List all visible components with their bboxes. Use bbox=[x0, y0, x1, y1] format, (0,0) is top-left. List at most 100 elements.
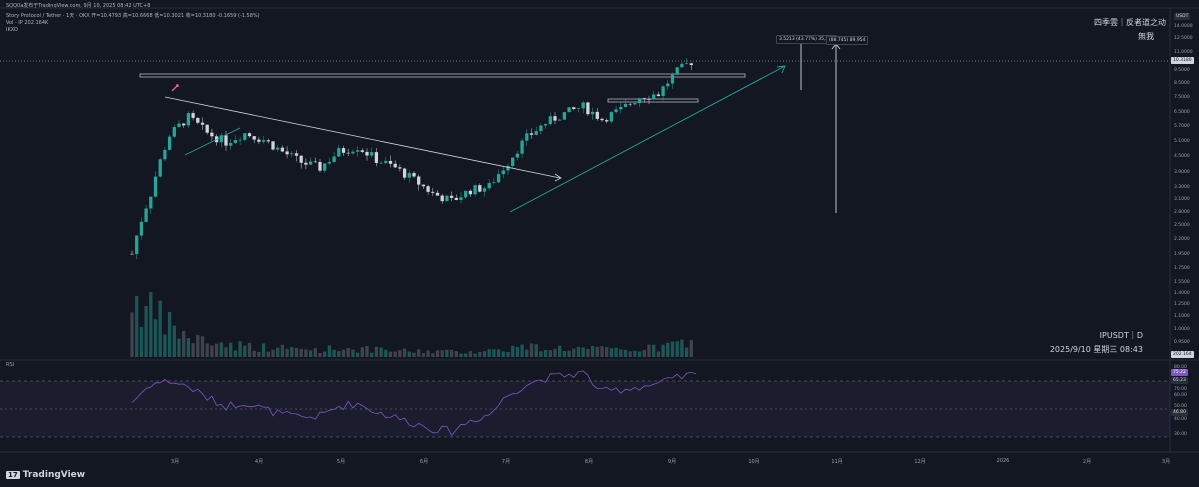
volume-bar bbox=[590, 345, 595, 357]
candle-body bbox=[412, 172, 416, 177]
candle-body bbox=[370, 152, 374, 156]
volume-bar bbox=[243, 345, 247, 357]
price-tick: 3.1000 bbox=[1174, 197, 1190, 202]
rsi-tick: 30.00 bbox=[1174, 432, 1187, 437]
time-tick: 4月 bbox=[254, 459, 264, 465]
tradingview-logo-icon: 17 bbox=[6, 471, 20, 479]
volume-bar bbox=[675, 341, 679, 357]
time-tick: 5月 bbox=[336, 459, 346, 465]
candle-body bbox=[398, 167, 402, 169]
candle-body bbox=[172, 127, 176, 137]
price-tick: 14.0000 bbox=[1174, 24, 1193, 29]
volume-bar bbox=[346, 348, 350, 357]
candle-body bbox=[426, 186, 430, 192]
candle-body bbox=[182, 123, 186, 126]
volume-bar bbox=[492, 349, 496, 357]
volume-bar bbox=[139, 326, 144, 357]
price-chart[interactable] bbox=[0, 0, 1199, 487]
candle-body bbox=[337, 148, 341, 157]
volume-bar bbox=[304, 349, 308, 357]
candle-body bbox=[388, 160, 393, 164]
candle-body bbox=[365, 151, 369, 156]
volume-bar bbox=[210, 345, 214, 357]
price-tick: 5.1000 bbox=[1174, 139, 1190, 144]
volume-bar bbox=[511, 345, 515, 357]
price-tick: 4.5000 bbox=[1174, 154, 1190, 159]
volume-bar bbox=[548, 350, 552, 357]
volume-bar bbox=[421, 353, 426, 357]
volume-bar bbox=[487, 349, 491, 357]
volume-bar bbox=[351, 349, 355, 357]
candle-body bbox=[210, 132, 214, 137]
last-price-badge: 10.3180 bbox=[1171, 57, 1194, 64]
rsi-lower-badge: 46.80 bbox=[1171, 409, 1188, 416]
tradingview-logo[interactable]: 17 TradingView bbox=[6, 470, 85, 480]
candle-body bbox=[318, 161, 322, 171]
volume-bar bbox=[135, 295, 139, 357]
candle-body bbox=[515, 153, 520, 158]
candle-body bbox=[341, 148, 346, 153]
candle-body bbox=[642, 98, 646, 100]
volume-bar bbox=[177, 338, 181, 357]
volume-bar bbox=[623, 349, 628, 357]
volume-bar bbox=[313, 348, 317, 357]
candle-body bbox=[135, 235, 139, 254]
candle-body bbox=[445, 195, 449, 202]
volume-bar bbox=[332, 349, 336, 357]
volume-bar bbox=[605, 347, 609, 357]
candle-body bbox=[261, 140, 266, 142]
candle-body bbox=[539, 125, 543, 132]
volume-bar bbox=[276, 347, 280, 357]
price-tick: 1.1000 bbox=[1174, 314, 1190, 319]
volume-bar bbox=[543, 350, 548, 357]
candle-body bbox=[684, 63, 689, 64]
volume-bar bbox=[459, 353, 463, 357]
volume-bar bbox=[567, 350, 571, 357]
volume-bar bbox=[308, 350, 313, 357]
price-tick: 9.5000 bbox=[1174, 68, 1190, 73]
volume-bar bbox=[247, 342, 252, 357]
volume-bar bbox=[534, 344, 538, 357]
candle-body bbox=[285, 151, 289, 155]
candle-body bbox=[661, 86, 665, 97]
pink-marker-icon bbox=[171, 84, 179, 92]
candle-body bbox=[459, 197, 463, 201]
volume-bar bbox=[595, 346, 599, 357]
volume-bar bbox=[191, 343, 195, 357]
time-tick: 2月 bbox=[1082, 459, 1092, 465]
volume-bar bbox=[224, 347, 228, 357]
volume-badge: 202.164 bbox=[1171, 351, 1194, 358]
volume-bar bbox=[496, 349, 501, 357]
candle-body bbox=[186, 113, 191, 126]
price-tick: 11.0000 bbox=[1174, 50, 1193, 55]
candle-body bbox=[224, 135, 228, 146]
rsi-value-badge: 75.22 bbox=[1171, 369, 1188, 376]
volume-bar bbox=[341, 349, 346, 357]
candle-body bbox=[407, 172, 411, 178]
volume-bar bbox=[290, 347, 294, 357]
price-tick: 3.9000 bbox=[1174, 170, 1190, 175]
price-tick: 2.5000 bbox=[1174, 223, 1190, 228]
candle-body bbox=[633, 103, 637, 105]
volume-bar bbox=[609, 348, 614, 357]
volume-bar bbox=[337, 351, 341, 357]
candle-body bbox=[299, 155, 303, 163]
volume-bar bbox=[196, 335, 200, 357]
candle-body bbox=[595, 111, 599, 119]
candle-body bbox=[670, 74, 675, 84]
candle-body bbox=[417, 176, 421, 185]
time-tick: 3月 bbox=[170, 459, 180, 465]
volume-bar bbox=[233, 350, 238, 357]
candle-body bbox=[243, 133, 247, 140]
price-tick: 12.5000 bbox=[1174, 36, 1193, 41]
time-tick: 7月 bbox=[501, 459, 511, 465]
volume-bar bbox=[431, 353, 435, 357]
candle-body bbox=[271, 141, 275, 150]
volume-bar bbox=[600, 346, 604, 357]
candle-body bbox=[492, 182, 496, 184]
volume-bars bbox=[130, 292, 693, 357]
volume-bar bbox=[294, 348, 299, 357]
volume-bar bbox=[680, 339, 684, 357]
time-tick: 12月 bbox=[914, 459, 926, 465]
volume-bar bbox=[684, 347, 689, 357]
